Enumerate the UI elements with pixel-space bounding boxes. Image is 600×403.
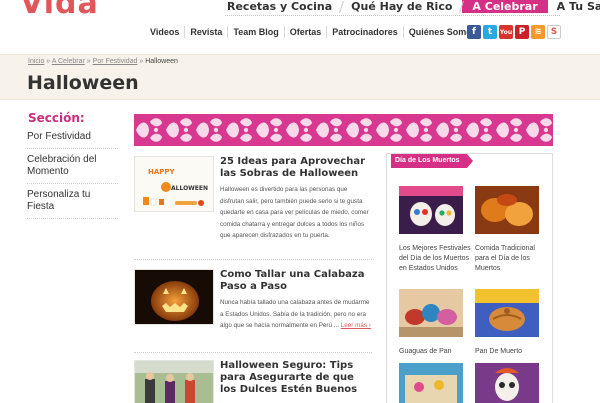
traditional-food-image — [475, 186, 539, 234]
widget-thumbnail[interactable] — [399, 363, 463, 403]
widget-caption[interactable]: Los Mejores Festivales del Día de los Mu… — [399, 244, 473, 275]
sugar-skull-image — [399, 186, 463, 234]
widget-thumbnail[interactable] — [399, 186, 463, 234]
happy-halloween-image: HAPPY ALLOWEEN — [135, 157, 213, 211]
social-links: f t You P ≋ S — [467, 25, 561, 39]
breadcrumb: Inicio » A Celebrar » Por Festividad » H… — [28, 58, 178, 65]
widget-thumbnail[interactable] — [475, 363, 539, 403]
section-item-personaliza-tu-fiesta[interactable]: Personaliza tu Fiesta — [27, 184, 118, 219]
article-item: Como Tallar una Calabaza Paso a Paso Nun… — [134, 269, 372, 353]
facebook-icon[interactable]: f — [467, 25, 481, 39]
nav-a-celebrar[interactable]: A Celebrar — [462, 0, 548, 13]
pan-de-muerto-image — [475, 289, 539, 337]
thumb-halloween-text: ALLOWEEN — [171, 185, 208, 192]
section-heading: Sección: — [28, 111, 85, 125]
rss-icon[interactable]: ≋ — [531, 25, 545, 39]
widget-caption[interactable]: Pan De Muerto — [475, 347, 549, 357]
vida-logo[interactable]: Vida — [20, 0, 99, 21]
subnav-patrocinadores[interactable]: Patrocinadores — [327, 26, 404, 38]
breadcrumb-a-celebrar[interactable]: A Celebrar — [52, 58, 85, 65]
article-title[interactable]: Como Tallar una Calabaza Paso a Paso — [220, 269, 372, 293]
widget-thumbnail[interactable] — [475, 289, 539, 337]
section-item-por-festividad[interactable]: Por Festividad — [27, 126, 118, 149]
guaguas-de-pan-image — [399, 289, 463, 337]
youtube-icon[interactable]: You — [499, 25, 513, 39]
widget-caption[interactable]: Guaguas de Pan — [399, 347, 473, 357]
article-thumbnail[interactable] — [134, 269, 214, 325]
read-more-link[interactable]: Leer más › — [341, 322, 371, 329]
article-excerpt: Nunca había tallado una calabaza antes d… — [220, 297, 372, 332]
altar-image — [399, 363, 463, 403]
article-item: Halloween Seguro: Tips para Asegurarte d… — [134, 360, 372, 403]
papel-picado-banner — [134, 114, 553, 146]
breadcrumb-separator: » — [46, 58, 51, 65]
article-title[interactable]: 25 Ideas para Aprovechar las Sobras de H… — [220, 156, 372, 180]
subnav-ofertas[interactable]: Ofertas — [285, 26, 328, 38]
nav-que-hay-de-rico[interactable]: Qué Hay de Rico — [342, 0, 461, 13]
section-item-celebracion-del-momento[interactable]: Celebración del Momento — [27, 149, 118, 184]
subnav-videos[interactable]: Videos — [145, 26, 186, 38]
breadcrumb-home[interactable]: Inicio — [28, 58, 44, 65]
widget-caption[interactable]: Comida Tradicional para el Día de los Mu… — [475, 244, 549, 275]
page-title: Halloween — [27, 72, 139, 94]
article-thumbnail[interactable]: HAPPY ALLOWEEN — [134, 156, 214, 212]
stumbleupon-icon[interactable]: S — [547, 25, 561, 39]
breadcrumb-separator: » — [139, 58, 144, 65]
subnav-team-blog[interactable]: Team Blog — [228, 26, 285, 38]
subnav-revista[interactable]: Revista — [185, 26, 229, 38]
article-excerpt: Halloween es divertido para las personas… — [220, 186, 369, 239]
pinterest-icon[interactable]: P — [515, 25, 529, 39]
article-thumbnail[interactable] — [134, 360, 214, 403]
carved-pumpkin-image — [135, 270, 213, 324]
breadcrumb-separator: » — [86, 58, 91, 65]
thumb-happy-text: HAPPY — [148, 168, 176, 176]
kids-costumes-image — [135, 361, 213, 403]
article-item: HAPPY ALLOWEEN 25 Ideas para Aprovechar … — [134, 156, 372, 266]
secondary-navigation: Videos Revista Team Blog Ofertas Patroci… — [145, 23, 482, 41]
nav-divider — [225, 15, 560, 16]
widget-thumbnail[interactable] — [475, 186, 539, 234]
article-divider — [134, 352, 372, 353]
section-list: Por Festividad Celebración del Momento P… — [27, 126, 118, 219]
article-divider — [134, 259, 372, 260]
widget-thumbnail[interactable] — [399, 289, 463, 337]
nav-a-tu-salud[interactable]: A Tu Salud — [548, 0, 600, 13]
top-navigation: Recetas y Cocina Qué Hay de Rico A Celeb… — [218, 0, 600, 13]
article-title[interactable]: Halloween Seguro: Tips para Asegurarte d… — [220, 360, 372, 396]
widget-tab[interactable]: Día de Los Muertos — [391, 154, 473, 168]
catrina-image — [475, 363, 539, 403]
nav-recetas-y-cocina[interactable]: Recetas y Cocina — [218, 0, 341, 13]
twitter-icon[interactable]: t — [483, 25, 497, 39]
breadcrumb-current: Halloween — [145, 58, 178, 65]
breadcrumb-por-festividad[interactable]: Por Festividad — [93, 58, 138, 65]
